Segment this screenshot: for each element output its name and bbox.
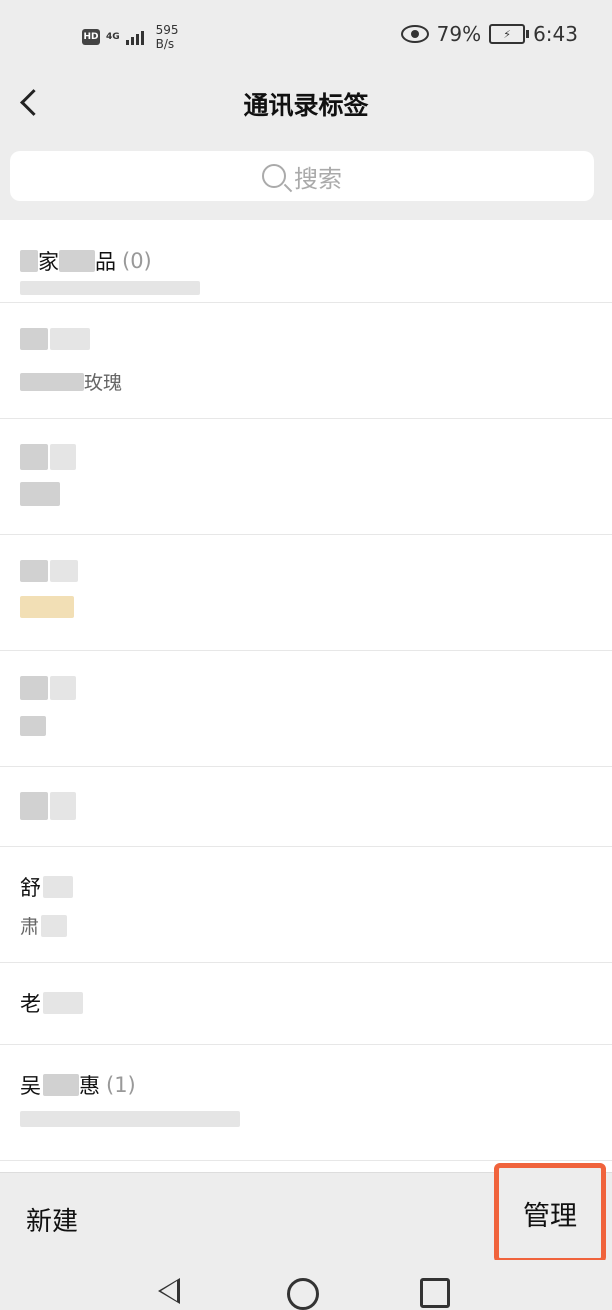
tag-title-text-end: 品 [95, 250, 116, 274]
tag-title: 老 [20, 988, 83, 1018]
tag-title-text: 吴 [20, 1074, 41, 1098]
list-item[interactable]: 玫瑰 [0, 302, 612, 419]
status-left: HD 4G 595 B/s [82, 20, 179, 54]
list-item[interactable] [0, 534, 612, 651]
tag-members-text: 肃 [20, 916, 40, 938]
search-icon [262, 164, 286, 188]
clock: 6:43 [533, 22, 578, 46]
battery-percent: 79% [436, 22, 482, 46]
bottom-action-bar: 新建 管理 [0, 1163, 612, 1263]
hd-icon: HD [82, 29, 100, 45]
battery-icon: ⚡ [489, 24, 530, 44]
tag-title [20, 676, 76, 700]
tag-members [20, 278, 200, 300]
tag-title [20, 444, 76, 470]
search-section: 搜索 [0, 134, 612, 220]
tag-members: 玫瑰 [20, 368, 122, 395]
network-speed-value: 595 [155, 23, 179, 37]
signal-icon [125, 29, 144, 45]
status-right: 79% ⚡ 6:43 [400, 22, 578, 46]
list-item[interactable] [0, 650, 612, 767]
tag-members-text: 玫瑰 [84, 372, 123, 394]
tag-members [20, 596, 74, 623]
tag-members: 肃 [20, 912, 68, 939]
status-bar: HD 4G 595 B/s 79% ⚡ 6:43 [0, 0, 612, 72]
list-item[interactable] [0, 766, 612, 847]
list-item[interactable] [0, 418, 612, 535]
list-item[interactable]: 吴 惠 (1) [0, 1044, 612, 1161]
search-input[interactable]: 搜索 [10, 151, 594, 201]
tag-title-text: 舒 [20, 876, 41, 900]
back-triangle-icon[interactable] [158, 1278, 180, 1304]
list-item[interactable]: 家 品 (0) [0, 220, 612, 303]
manage-label: 管理 [523, 1200, 577, 1232]
tag-members [20, 482, 60, 511]
tag-title: 家 品 (0) [20, 246, 152, 276]
eye-icon [400, 25, 429, 43]
new-tag-label: 新建 [26, 1207, 79, 1237]
tag-members [20, 716, 46, 741]
new-tag-button[interactable]: 新建 [26, 1201, 78, 1238]
tag-title [20, 328, 90, 350]
tag-members [20, 1110, 240, 1132]
page-title: 通讯录标签 [243, 91, 369, 120]
tag-title: 吴 惠 (1) [20, 1070, 136, 1100]
tag-title [20, 792, 76, 820]
search-placeholder: 搜索 [294, 164, 342, 193]
tag-title-text: 老 [20, 992, 41, 1016]
tag-title-text: 家 [38, 250, 59, 274]
tag-list: 家 品 (0) 玫瑰 舒 肃 老 吴 惠 (1) [0, 220, 612, 1172]
tag-count: (1) [106, 1073, 136, 1097]
manage-button[interactable]: 管理 [494, 1163, 606, 1263]
list-item[interactable]: 老 [0, 962, 612, 1045]
network-speed: 595 B/s [156, 23, 179, 51]
tag-count: (0) [122, 249, 152, 273]
recents-square-icon[interactable] [420, 1278, 450, 1308]
tag-title: 舒 [20, 872, 73, 902]
home-circle-icon[interactable] [287, 1278, 319, 1310]
navigation-bar: 通讯录标签 [0, 72, 612, 134]
network-speed-unit: B/s [155, 37, 175, 51]
tag-title-text-end: 惠 [79, 1074, 100, 1098]
network-type: 4G [106, 31, 120, 42]
system-navigation-bar [0, 1260, 612, 1310]
tag-title [20, 560, 78, 582]
list-item[interactable]: 舒 肃 [0, 846, 612, 963]
